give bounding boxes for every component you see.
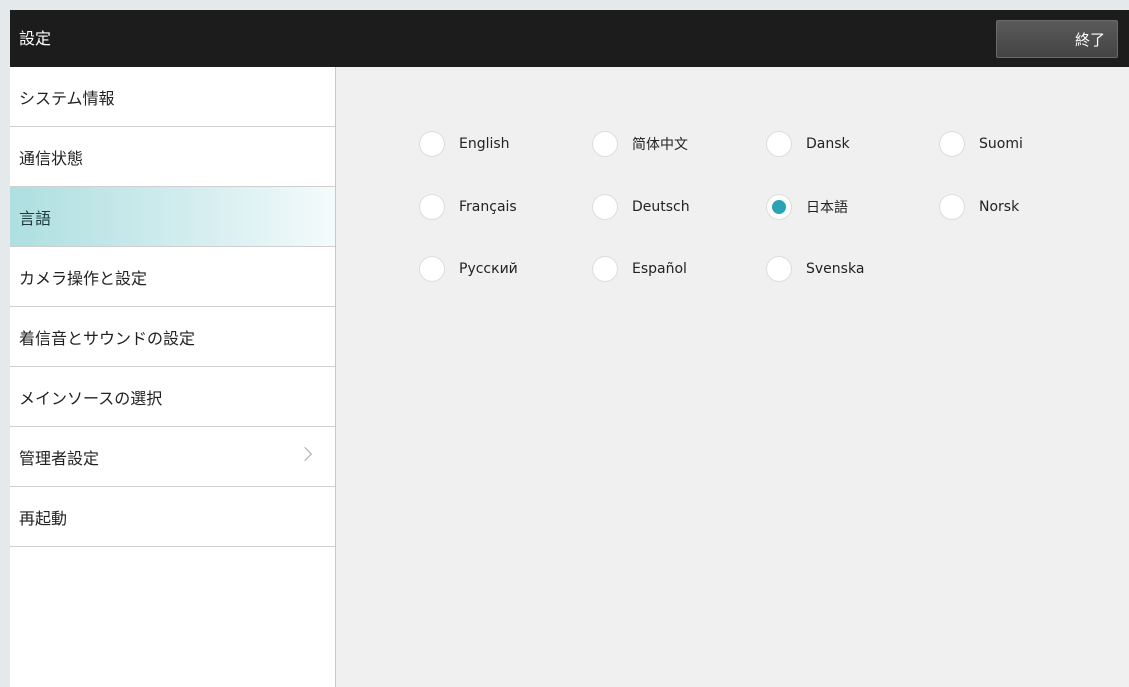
language-option-japanese[interactable]: 日本語 — [767, 194, 848, 220]
header-bar: 設定 終了 — [10, 10, 1129, 67]
sidebar-item-network-status[interactable]: 通信状態 — [10, 127, 335, 187]
sidebar-item-label: 着信音とサウンドの設定 — [19, 328, 196, 348]
sidebar-item-label: システム情報 — [19, 88, 115, 108]
radio-unselected-icon — [940, 195, 964, 219]
sidebar-item-label: 再起動 — [19, 508, 68, 528]
radio-unselected-icon — [593, 257, 617, 281]
sidebar-item-label: 通信状態 — [19, 148, 84, 168]
radio-unselected-icon — [420, 195, 444, 219]
sidebar-item-restart[interactable]: 再起動 — [10, 487, 335, 547]
radio-unselected-icon — [767, 257, 791, 281]
language-label: 日本語 — [806, 200, 848, 216]
sidebar-item-main-source[interactable]: メインソースの選択 — [10, 367, 335, 427]
language-label: Español — [632, 261, 687, 277]
sidebar-item-admin-settings[interactable]: 管理者設定 — [10, 427, 335, 487]
radio-selected-icon — [767, 195, 791, 219]
exit-button[interactable]: 終了 — [996, 20, 1118, 58]
sidebar-item-language[interactable]: 言語 — [10, 187, 335, 247]
language-option-finnish[interactable]: Suomi — [940, 131, 1023, 157]
sidebar-item-camera[interactable]: カメラ操作と設定 — [10, 247, 335, 307]
language-option-norwegian[interactable]: Norsk — [940, 194, 1019, 220]
language-label: Français — [459, 199, 517, 215]
sidebar-item-label: 言語 — [19, 208, 52, 228]
sidebar-item-system-info[interactable]: システム情報 — [10, 67, 335, 127]
language-option-french[interactable]: Français — [420, 194, 517, 220]
language-option-danish[interactable]: Dansk — [767, 131, 850, 157]
sidebar-item-ringtones-sound[interactable]: 着信音とサウンドの設定 — [10, 307, 335, 367]
language-option-chinese-simplified[interactable]: 简体中文 — [593, 131, 688, 157]
language-label: Suomi — [979, 136, 1023, 152]
radio-unselected-icon — [593, 132, 617, 156]
language-option-russian[interactable]: Русский — [420, 256, 518, 282]
radio-unselected-icon — [767, 132, 791, 156]
page-title: 設定 — [19, 29, 52, 48]
language-label: Svenska — [806, 261, 865, 277]
language-panel: English 简体中文 Dansk Suomi Français Deutsc… — [336, 67, 1129, 687]
language-label: Dansk — [806, 136, 850, 152]
language-option-swedish[interactable]: Svenska — [767, 256, 864, 282]
settings-window: 設定 終了 システム情報 通信状態 言語 カメラ操作と設定 着信音とサウンドの設… — [10, 10, 1129, 687]
language-label: English — [459, 136, 510, 152]
sidebar-item-label: カメラ操作と設定 — [19, 268, 148, 288]
language-option-english[interactable]: English — [420, 131, 510, 157]
language-label: Deutsch — [632, 199, 690, 215]
sidebar-item-label: 管理者設定 — [19, 448, 100, 468]
sidebar: システム情報 通信状態 言語 カメラ操作と設定 着信音とサウンドの設定 メインソ… — [10, 67, 336, 687]
radio-unselected-icon — [420, 257, 444, 281]
radio-unselected-icon — [420, 132, 444, 156]
language-option-spanish[interactable]: Español — [593, 256, 687, 282]
language-label: 简体中文 — [632, 137, 688, 153]
chevron-right-icon — [297, 446, 313, 462]
sidebar-item-label: メインソースの選択 — [19, 388, 163, 408]
language-option-german[interactable]: Deutsch — [593, 194, 690, 220]
language-label: Norsk — [979, 199, 1020, 215]
language-label: Русский — [459, 261, 518, 277]
radio-unselected-icon — [593, 195, 617, 219]
radio-unselected-icon — [940, 132, 964, 156]
